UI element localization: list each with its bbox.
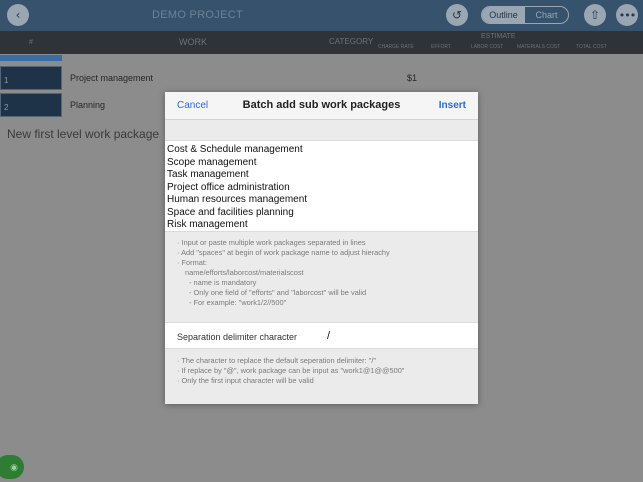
delimiter-help: · The character to replace the default s… [177, 356, 404, 386]
package-line: Project office administration [167, 181, 290, 193]
help-line: · Format: [177, 258, 207, 267]
help-line: · Input or paste multiple work packages … [177, 238, 366, 247]
help-line: · If replace by "@", work package can be… [177, 366, 405, 375]
delimiter-input[interactable] [327, 327, 467, 345]
column-category: CATEGORY [329, 37, 374, 46]
back-button[interactable]: ‹ [7, 4, 29, 26]
insert-button[interactable]: Insert [439, 100, 466, 111]
root-row-bar [0, 55, 62, 61]
modal-header: Cancel Batch add sub work packages Inser… [165, 92, 478, 120]
package-line: Risk management [167, 219, 248, 230]
undo-button[interactable]: ↺ [446, 4, 468, 26]
chevron-left-icon: ‹ [15, 8, 21, 22]
batch-add-modal: Cancel Batch add sub work packages Inser… [165, 92, 478, 404]
more-button[interactable]: ••• [616, 4, 638, 26]
row-label-1[interactable]: Project management [70, 73, 153, 83]
circle-icon: ◉ [10, 461, 18, 472]
package-line: Task management [167, 169, 249, 180]
column-header: # WORK CATEGORY ESTIMATE CHARGE RATE EFF… [0, 31, 643, 54]
format-help: · Input or paste multiple work packages … [177, 238, 390, 308]
floating-action-button[interactable]: ◉ [0, 455, 24, 479]
new-first-level-package[interactable]: New first level work package [7, 127, 159, 141]
column-total-cost: TOTAL COST [576, 44, 607, 50]
help-line: · Only the first input character will be… [177, 376, 314, 385]
package-line: Space and facilities planning [167, 206, 294, 218]
row-number-1[interactable]: 1 [0, 66, 62, 90]
column-labor-cost: LABOR COST [471, 44, 504, 50]
row-cost-1: $1 [407, 73, 418, 83]
column-work: WORK [179, 37, 207, 47]
top-bar: ‹ DEMO PROJECT ↺ Outline Chart ⇧ ••• [0, 0, 643, 31]
packages-textarea[interactable]: Cost & Schedule management Scope managem… [165, 140, 478, 232]
help-line: - For example: "work1/2//500" [189, 298, 287, 307]
package-line: Cost & Schedule management [167, 144, 303, 155]
row-label-2[interactable]: Planning [70, 100, 105, 110]
project-title: DEMO PROJECT [152, 9, 243, 21]
column-effort: EFFORT [431, 44, 451, 50]
segment-outline[interactable]: Outline [482, 7, 525, 23]
delimiter-row: Separation delimiter character [165, 322, 478, 349]
modal-title: Batch add sub work packages [242, 99, 401, 111]
column-num: # [29, 39, 33, 46]
help-line: - name is mandatory [189, 278, 257, 287]
help-line: · Add "spaces" at begin of work package … [177, 248, 390, 257]
help-line: name/efforts/laborcost/materialscost [185, 268, 304, 277]
view-segmented-control: Outline Chart [481, 6, 569, 24]
column-materials-cost: MATERIALS COST [517, 44, 561, 50]
more-icon: ••• [618, 8, 636, 22]
row-number-2[interactable]: 2 [0, 93, 62, 117]
segment-chart[interactable]: Chart [525, 7, 568, 23]
package-line: Human resources management [167, 194, 308, 205]
share-icon: ⇧ [589, 8, 601, 22]
column-charge-rate: CHARGE RATE [378, 44, 414, 50]
column-estimate: ESTIMATE [481, 33, 516, 40]
delimiter-label: Separation delimiter character [177, 332, 298, 342]
help-line: - Only one field of "efforts" and "labor… [189, 288, 367, 297]
help-line: · The character to replace the default s… [177, 356, 377, 365]
share-button[interactable]: ⇧ [584, 4, 606, 26]
undo-icon: ↺ [451, 8, 463, 22]
package-line: Scope management [167, 156, 257, 168]
